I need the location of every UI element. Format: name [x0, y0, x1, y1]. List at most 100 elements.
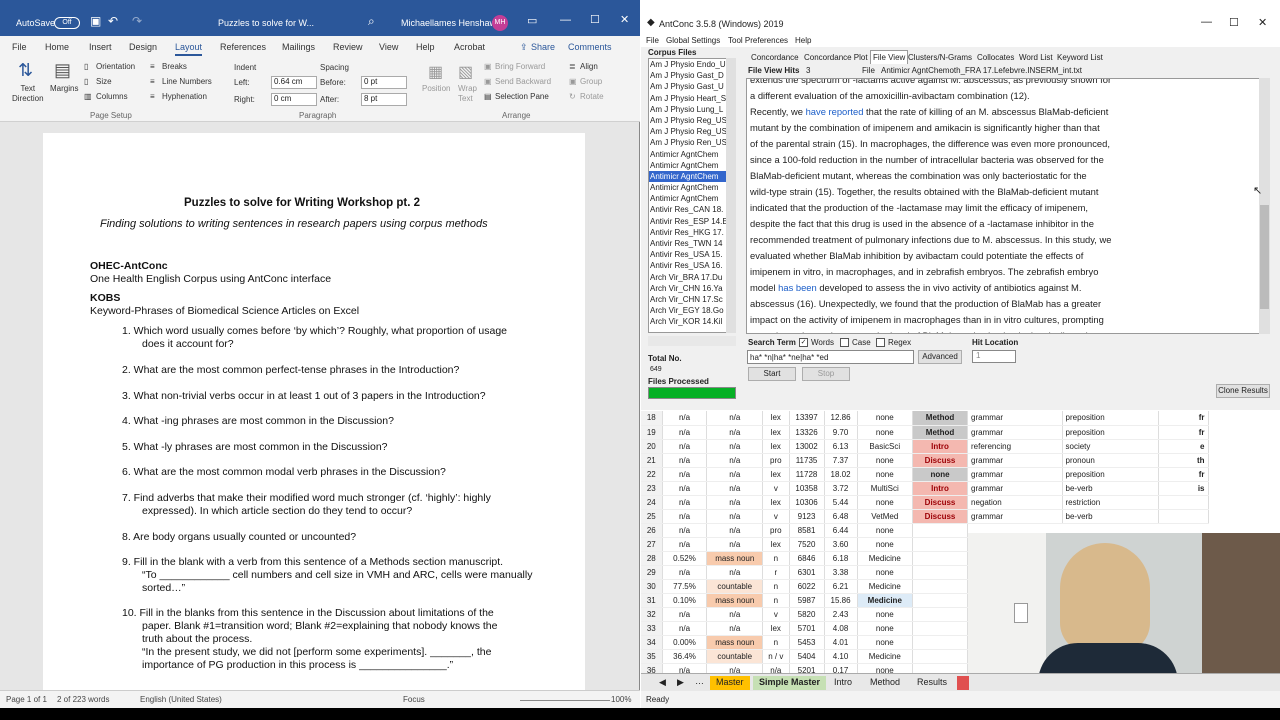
indent-right-input[interactable]: 0 cm	[271, 93, 317, 106]
table-cell[interactable]: lex	[762, 621, 790, 636]
table-cell[interactable]: 32	[641, 607, 663, 622]
antconc-maximize-icon[interactable]: ☐	[1229, 16, 1239, 29]
table-cell[interactable]: 13002	[789, 439, 825, 454]
corpus-file-item[interactable]: Am J Physio Heart_S	[649, 93, 735, 104]
table-cell[interactable]: n/a	[706, 439, 764, 454]
corpus-file-item[interactable]: Am J Physio Gast_U	[649, 81, 735, 92]
tab-design[interactable]: Design	[129, 42, 157, 52]
table-cell[interactable]: n/a	[706, 509, 764, 524]
table-cell[interactable]: 0.10%	[662, 593, 708, 608]
table-cell[interactable]	[1158, 495, 1209, 510]
table-cell[interactable]: 10306	[789, 495, 825, 510]
table-cell[interactable]: n/a	[662, 607, 708, 622]
table-cell[interactable]: preposition	[1062, 425, 1159, 440]
antconc-minimize-icon[interactable]: —	[1201, 16, 1212, 28]
tab-acrobat[interactable]: Acrobat	[454, 42, 485, 52]
table-cell[interactable]: Medicine	[857, 551, 914, 566]
excel-grid[interactable]: 18 n/a n/a lex 13397 12.86 none Method 19 n/a n/a l…	[641, 411, 968, 678]
table-cell[interactable]: pro	[762, 523, 790, 538]
table-cell[interactable]: r	[762, 565, 790, 580]
tab-concordance-plot[interactable]: Concordance Plot	[804, 53, 868, 62]
table-cell[interactable]: th	[1158, 453, 1209, 468]
tab-file-view[interactable]: File View	[870, 50, 909, 64]
corpus-file-item[interactable]: Am J Physio Reg_US	[649, 115, 735, 126]
tab-references[interactable]: References	[220, 42, 266, 52]
margins-button[interactable]: Margins	[50, 84, 78, 93]
table-cell[interactable]: 13326	[789, 425, 825, 440]
table-cell[interactable]: 6.48	[824, 509, 858, 524]
table-cell[interactable]: n/a	[662, 537, 708, 552]
sheet-tab-method[interactable]: Method	[864, 676, 906, 690]
table-cell[interactable]: 28	[641, 551, 663, 566]
table-cell[interactable]: 26	[641, 523, 663, 538]
table-cell[interactable]: grammar	[968, 453, 1063, 468]
table-cell[interactable]: n	[762, 635, 790, 650]
table-cell[interactable]: n/a	[706, 565, 764, 580]
corpus-file-item[interactable]: Am J Physio Ren_US	[649, 137, 735, 148]
table-cell[interactable]: grammar	[968, 509, 1063, 524]
table-cell[interactable]: 27	[641, 537, 663, 552]
autosave-toggle[interactable]: Off	[54, 17, 80, 29]
table-cell[interactable]: pro	[762, 453, 790, 468]
table-cell[interactable]: n/a	[662, 439, 708, 454]
zoom-slider[interactable]	[520, 693, 610, 701]
table-cell[interactable]: n	[762, 551, 790, 566]
case-checkbox[interactable]	[840, 338, 849, 347]
table-cell[interactable]: n/a	[706, 621, 764, 636]
table-cell[interactable]: 12.86	[824, 411, 858, 426]
indent-left-input[interactable]: 0.64 cm	[271, 76, 317, 89]
sheet-tab-intro[interactable]: Intro	[828, 676, 858, 690]
table-cell[interactable]: society	[1062, 439, 1159, 454]
corpus-file-item[interactable]: Antimicr AgntChem	[649, 160, 735, 171]
spacing-after-input[interactable]: 8 pt	[361, 93, 407, 106]
orientation-button[interactable]: Orientation	[96, 62, 135, 71]
table-cell[interactable]: fr	[1158, 411, 1209, 426]
table-cell[interactable]: n/a	[662, 425, 708, 440]
table-cell[interactable]: lex	[762, 537, 790, 552]
table-cell[interactable]	[912, 579, 968, 594]
start-button[interactable]: Start	[748, 367, 796, 381]
table-cell[interactable]: 5404	[789, 649, 825, 664]
hit-location-input[interactable]: 1	[972, 350, 1016, 363]
table-cell[interactable]: Method	[912, 425, 968, 440]
table-cell[interactable]	[912, 593, 968, 608]
file-view-scroll-thumb[interactable]	[1260, 205, 1269, 309]
table-cell[interactable]: 22	[641, 467, 663, 482]
table-cell[interactable]	[912, 551, 968, 566]
tab-home[interactable]: Home	[45, 42, 69, 52]
sheet-tab-more[interactable]	[957, 676, 969, 690]
corpus-file-item[interactable]: Am J Physio Lung_L	[649, 104, 735, 115]
sheet-next-icon[interactable]: ▶	[677, 677, 684, 688]
table-cell[interactable]	[912, 607, 968, 622]
table-cell[interactable]: v	[762, 509, 790, 524]
table-cell[interactable]: 20	[641, 439, 663, 454]
tab-review[interactable]: Review	[333, 42, 363, 52]
corpus-file-item[interactable]: Arch Vir_CHN 16.Ya	[649, 283, 735, 294]
table-cell[interactable]: Discuss	[912, 509, 968, 524]
redo-icon[interactable]: ↷	[132, 14, 142, 28]
table-cell[interactable]: n/a	[662, 467, 708, 482]
table-cell[interactable]: 6.21	[824, 579, 858, 594]
undo-icon[interactable]: ↶	[108, 14, 118, 28]
language[interactable]: English (United States)	[140, 695, 222, 704]
share-button[interactable]: Share	[531, 42, 555, 52]
zoom-level[interactable]: 100%	[611, 695, 631, 704]
sheet-prev-icon[interactable]: ◀	[659, 677, 666, 688]
table-cell[interactable]: mass noun	[706, 635, 764, 650]
table-cell[interactable]: n / v	[762, 649, 790, 664]
table-cell[interactable]: mass noun	[706, 593, 764, 608]
table-cell[interactable]	[1158, 509, 1209, 524]
corpus-file-item[interactable]: Antimicr AgntChem	[649, 149, 735, 160]
menu-tool-preferences[interactable]: Tool Preferences	[728, 36, 788, 45]
table-cell[interactable]: n/a	[706, 495, 764, 510]
table-cell[interactable]: 13397	[789, 411, 825, 426]
table-cell[interactable]: 11728	[789, 467, 825, 482]
table-cell[interactable]: 5987	[789, 593, 825, 608]
tab-insert[interactable]: Insert	[89, 42, 112, 52]
corpus-file-item[interactable]: Antivir Res_ESP 14.E	[649, 216, 735, 227]
table-cell[interactable]: MultiSci	[857, 481, 914, 496]
close-icon[interactable]: ✕	[620, 13, 629, 26]
columns-button[interactable]: Columns	[96, 92, 128, 101]
menu-file[interactable]: File	[646, 36, 659, 45]
tab-concordance[interactable]: Concordance	[751, 53, 799, 62]
